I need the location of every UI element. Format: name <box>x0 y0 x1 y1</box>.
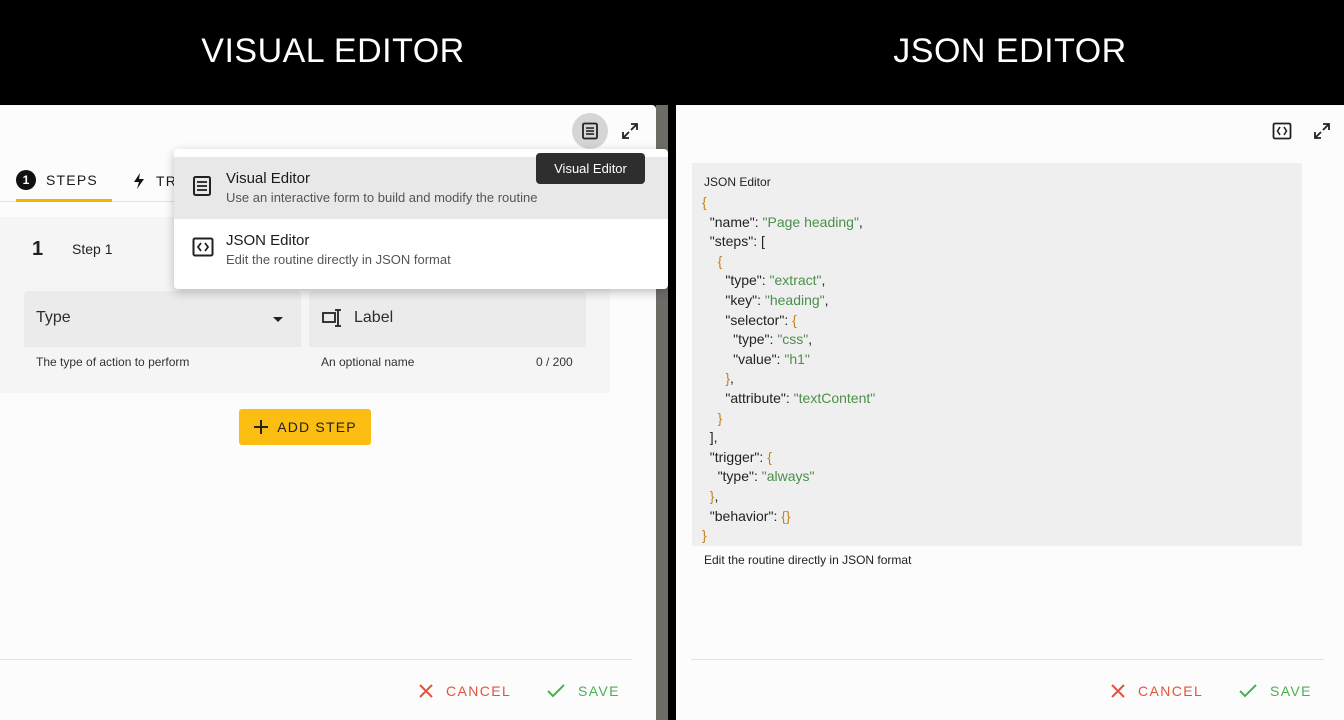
panel-separator <box>668 105 676 720</box>
label-character-counter: 0 / 200 <box>536 355 573 369</box>
footer-divider <box>691 659 1324 660</box>
type-select[interactable]: Type <box>24 291 301 347</box>
add-step-label: ADD STEP <box>277 419 357 435</box>
menu-item-visual-description: Use an interactive form to build and mod… <box>226 190 538 205</box>
add-step-button[interactable]: ADD STEP <box>239 409 371 445</box>
json-selector-type-value: css <box>782 331 804 348</box>
tab-steps[interactable]: 1 STEPS <box>16 160 112 202</box>
editor-mode-tooltip: Visual Editor <box>536 153 645 184</box>
menu-item-visual-title: Visual Editor <box>226 170 310 187</box>
step-number: 1 <box>32 238 44 260</box>
editor-mode-button[interactable] <box>1264 113 1300 149</box>
fullscreen-button[interactable] <box>1304 113 1340 149</box>
save-button[interactable]: SAVE <box>546 680 620 702</box>
visual-editor-icon <box>582 122 598 140</box>
type-helper-text: The type of action to perform <box>36 355 190 369</box>
expand-icon <box>622 123 638 139</box>
check-icon <box>1239 684 1257 698</box>
editor-mode-button[interactable] <box>572 113 608 149</box>
cancel-button[interactable]: CANCEL <box>418 680 511 702</box>
menu-item-json-description: Edit the routine directly in JSON format <box>226 252 451 267</box>
expand-icon <box>1314 123 1330 139</box>
save-label: SAVE <box>578 683 620 699</box>
save-button[interactable]: SAVE <box>1238 680 1312 702</box>
label-helper-text: An optional name <box>321 355 415 369</box>
menu-item-json-editor[interactable]: JSON Editor Edit the routine directly in… <box>174 219 668 281</box>
json-helper-text: Edit the routine directly in JSON format <box>704 553 912 567</box>
menu-item-json-title: JSON Editor <box>226 232 310 249</box>
dropdown-arrow-icon <box>273 317 283 322</box>
close-icon <box>419 684 433 698</box>
cancel-label: CANCEL <box>1138 683 1204 699</box>
check-icon <box>547 684 565 698</box>
json-editor-icon <box>1272 122 1292 140</box>
type-select-value: Type <box>36 309 71 326</box>
footer-divider <box>0 659 632 660</box>
close-icon <box>1111 684 1125 698</box>
json-textarea[interactable]: JSON Editor { "name": "Page heading", "s… <box>692 163 1302 546</box>
fullscreen-button[interactable] <box>612 113 648 149</box>
json-trigger-type-value: always <box>766 468 810 485</box>
cancel-label: CANCEL <box>446 683 512 699</box>
json-textarea-label: JSON Editor <box>704 175 771 189</box>
label-input-placeholder: Label <box>354 309 394 326</box>
save-label: SAVE <box>1270 683 1312 699</box>
lightning-icon <box>134 173 144 189</box>
step-title: Step 1 <box>72 241 113 257</box>
label-input[interactable]: Label <box>309 291 586 347</box>
cancel-button[interactable]: CANCEL <box>1110 680 1203 702</box>
json-name-value: Page heading <box>767 213 854 230</box>
json-attribute-value: textContent <box>798 389 871 406</box>
json-editor-icon <box>192 237 214 257</box>
json-step-type-value: extract <box>774 272 817 289</box>
tab-triggers[interactable]: TR <box>132 160 177 202</box>
json-selector-value: h1 <box>789 350 805 367</box>
visual-editor-icon <box>193 176 211 196</box>
json-editor-banner-title: JSON EDITOR <box>893 32 1127 70</box>
plus-icon <box>254 420 269 434</box>
tab-steps-label: STEPS <box>46 171 98 188</box>
label-field-icon <box>322 309 341 327</box>
visual-editor-banner-title: VISUAL EDITOR <box>201 32 465 70</box>
json-code: { "name": "Page heading", "steps": [ { "… <box>702 194 876 544</box>
json-step-key-value: heading <box>769 291 820 308</box>
steps-tab-badge: 1 <box>16 169 36 190</box>
json-editor-panel: JSON Editor { "name": "Page heading", "s… <box>676 105 1344 720</box>
